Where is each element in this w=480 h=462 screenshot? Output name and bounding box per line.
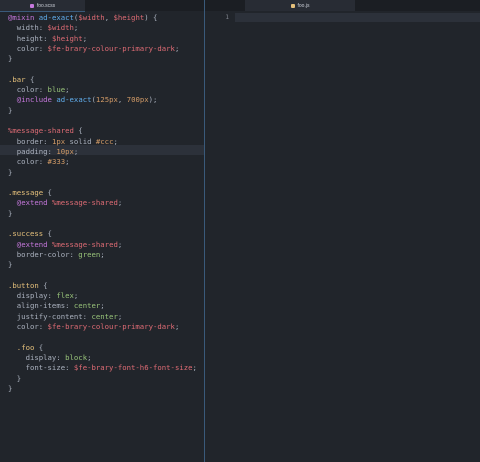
code-line: border-color: green; bbox=[8, 249, 105, 259]
code-line: } bbox=[8, 208, 13, 218]
code-line: color: #333; bbox=[8, 157, 70, 167]
tab-label: foo.scss bbox=[36, 2, 56, 9]
code-line: padding: 10px; bbox=[8, 146, 79, 156]
code-line: .message { bbox=[8, 188, 52, 198]
code-line: color: blue; bbox=[8, 85, 70, 95]
code-line: align-items: center; bbox=[8, 301, 105, 311]
current-line-highlight bbox=[235, 13, 480, 22]
code-line: @extend %message-shared; bbox=[16, 198, 123, 208]
left-tab-bar: foo.scss bbox=[0, 0, 204, 12]
code-line: @extend %message-shared; bbox=[16, 239, 123, 249]
code-line: @mixin ad-exact($width, $height) { bbox=[8, 13, 158, 22]
code-line: display: flex; bbox=[8, 291, 79, 301]
line-number: 1 bbox=[225, 14, 229, 21]
tab-foo-scss[interactable]: foo.scss bbox=[0, 0, 85, 12]
code-line: width: $width; bbox=[8, 23, 79, 33]
code-line: color: $fe-brary-colour-primary-dark; bbox=[8, 43, 180, 53]
sass-file-icon bbox=[29, 3, 34, 8]
code-line: .foo { bbox=[16, 342, 44, 352]
code-line: .bar { bbox=[8, 74, 35, 84]
code-line: } bbox=[8, 383, 13, 393]
code-line: .button { bbox=[8, 280, 48, 290]
code-line: } bbox=[8, 105, 13, 115]
scss-code-editor[interactable]: @mixin ad-exact($width, $height) { width… bbox=[0, 13, 204, 462]
code-line: height: $height; bbox=[8, 33, 88, 43]
js-file-icon bbox=[290, 3, 295, 8]
code-line: } bbox=[8, 260, 13, 270]
right-tab-bar: foo.js bbox=[205, 0, 480, 11]
code-line: font-size: $fe-brary-font-h6-font-size; bbox=[8, 363, 197, 373]
code-line: display: block; bbox=[8, 352, 92, 362]
code-line: } bbox=[8, 373, 22, 383]
tab-foo-js[interactable]: foo.js bbox=[245, 0, 355, 11]
code-line: } bbox=[8, 54, 13, 64]
code-line: border: 1px solid #ccc; bbox=[8, 136, 118, 146]
left-editor-pane[interactable]: foo.scss @mixin ad-exact($width, $height… bbox=[0, 0, 204, 462]
code-line: } bbox=[8, 167, 13, 177]
code-line: %message-shared { bbox=[8, 126, 83, 136]
editor-window: foo.scss @mixin ad-exact($width, $height… bbox=[0, 0, 480, 462]
code-line: color: $fe-brary-colour-primary-dark; bbox=[8, 322, 180, 331]
tab-label: foo.js bbox=[297, 2, 310, 9]
code-line: @include ad-exact(125px, 700px); bbox=[16, 95, 158, 105]
code-line: .success { bbox=[8, 229, 52, 239]
right-editor-pane[interactable]: foo.js 1 bbox=[205, 0, 480, 462]
code-line: justify-content: center; bbox=[8, 311, 123, 321]
